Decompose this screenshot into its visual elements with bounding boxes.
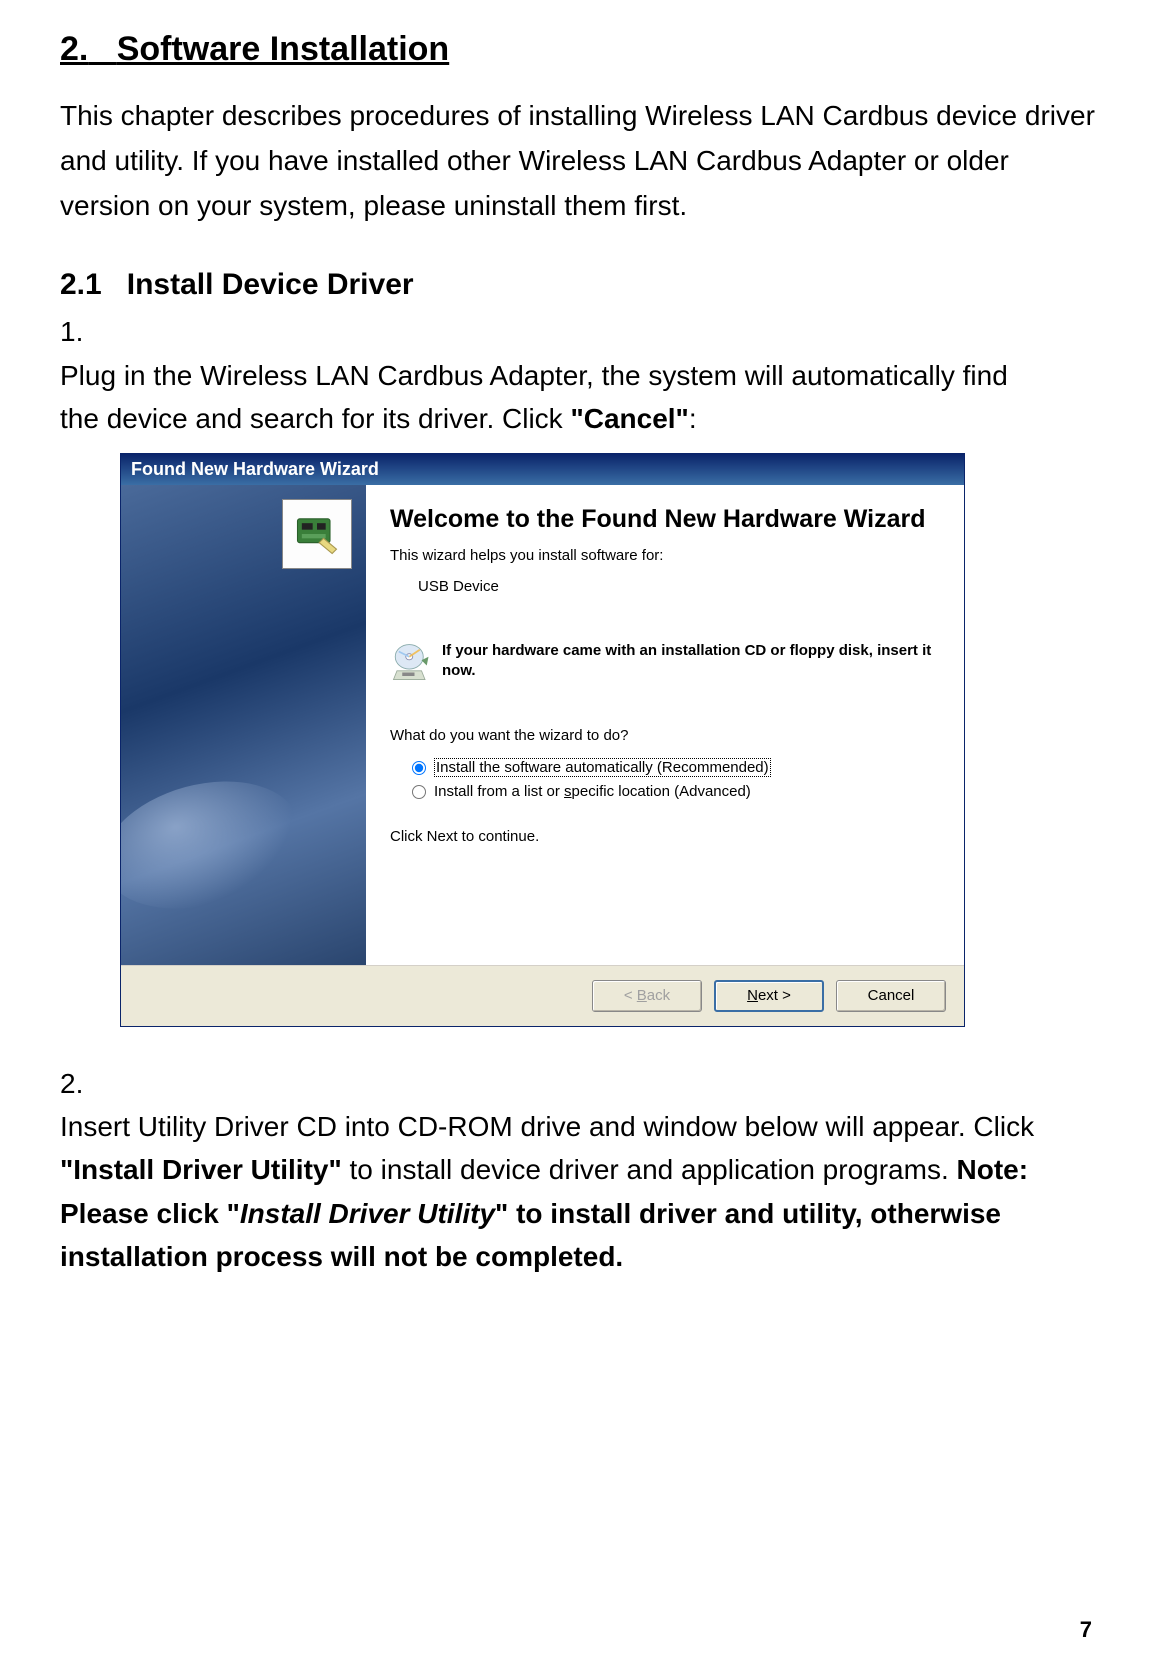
section-number: 2. — [60, 30, 88, 68]
subsection-title: Install Device Driver — [127, 268, 414, 301]
step-1-content: Plug in the Wireless LAN Cardbus Adapter… — [60, 354, 1049, 441]
back-rest: ack — [647, 987, 670, 1004]
step-2-number: 2. — [60, 1062, 108, 1105]
cd-notice-text: If your hardware came with an installati… — [442, 641, 940, 682]
back-button: < Back — [592, 980, 702, 1012]
radio-install-auto-input[interactable] — [412, 761, 426, 775]
wizard-footer: < Back Next > Cancel — [121, 965, 964, 1026]
page-number: 7 — [1080, 1617, 1092, 1643]
sidebar-decoration — [121, 761, 313, 929]
wizard-question: What do you want the wizard to do? — [390, 727, 940, 744]
radio2-u: s — [564, 783, 572, 800]
back-lt: < — [624, 987, 637, 1004]
step-2-text-b: to install device driver and application… — [342, 1154, 957, 1185]
subsection-number: 2.1 — [60, 268, 102, 301]
cd-notice-row: If your hardware came with an installati… — [390, 641, 940, 687]
wizard-continue-text: Click Next to continue. — [390, 828, 940, 845]
step-1: 1. Plug in the Wireless LAN Cardbus Adap… — [60, 310, 1104, 440]
step-2: 2. Insert Utility Driver CD into CD-ROM … — [60, 1062, 1104, 1279]
step-2-bold2-italic: Install Driver Utility — [240, 1198, 495, 1229]
wizard-heading: Welcome to the Found New Hardware Wizard — [390, 503, 940, 536]
wizard-subtext: This wizard helps you install software f… — [390, 547, 940, 564]
intro-paragraph: This chapter describes procedures of ins… — [60, 94, 1104, 228]
radio-group: Install the software automatically (Reco… — [412, 758, 940, 800]
wizard-body: Welcome to the Found New Hardware Wizard… — [121, 485, 964, 965]
step-1-number: 1. — [60, 310, 108, 353]
step-1-cancel-bold: "Cancel" — [570, 403, 688, 434]
wizard-titlebar[interactable]: Found New Hardware Wizard — [121, 454, 964, 485]
radio2-a: Install from a list or — [434, 783, 564, 800]
radio-install-auto[interactable]: Install the software automatically (Reco… — [412, 758, 940, 777]
hardware-icon — [282, 499, 352, 569]
cancel-button[interactable]: Cancel — [836, 980, 946, 1012]
back-u: B — [637, 987, 647, 1004]
cd-icon — [390, 641, 432, 687]
found-new-hardware-wizard-dialog: Found New Hardware Wizard Welcome to the… — [120, 453, 965, 1027]
next-u: N — [747, 987, 758, 1004]
step-2-text-a: Insert Utility Driver CD into CD-ROM dri… — [60, 1111, 1034, 1142]
radio-install-list-label: Install from a list or specific location… — [434, 783, 751, 800]
wizard-device-name: USB Device — [418, 578, 940, 595]
radio-install-auto-label: Install the software automatically (Reco… — [434, 758, 771, 777]
section-heading: 2. Software Installation — [60, 30, 1104, 69]
radio-install-list[interactable]: Install from a list or specific location… — [412, 783, 940, 800]
radio-install-list-input[interactable] — [412, 785, 426, 799]
step-2-content: Insert Utility Driver CD into CD-ROM dri… — [60, 1105, 1049, 1279]
step-2-bold1: "Install Driver Utility" — [60, 1154, 342, 1185]
next-button[interactable]: Next > — [714, 980, 824, 1012]
step-1-text-a: Plug in the Wireless LAN Cardbus Adapter… — [60, 360, 1008, 434]
wizard-main-panel: Welcome to the Found New Hardware Wizard… — [366, 485, 964, 965]
subsection-heading: 2.1 Install Device Driver — [60, 268, 1104, 302]
section-title: Software Installation — [117, 30, 450, 68]
next-rest: ext > — [758, 987, 791, 1004]
step-1-text-b: : — [689, 403, 697, 434]
wizard-sidebar-graphic — [121, 485, 366, 965]
radio2-b: pecific location (Advanced) — [572, 783, 751, 800]
